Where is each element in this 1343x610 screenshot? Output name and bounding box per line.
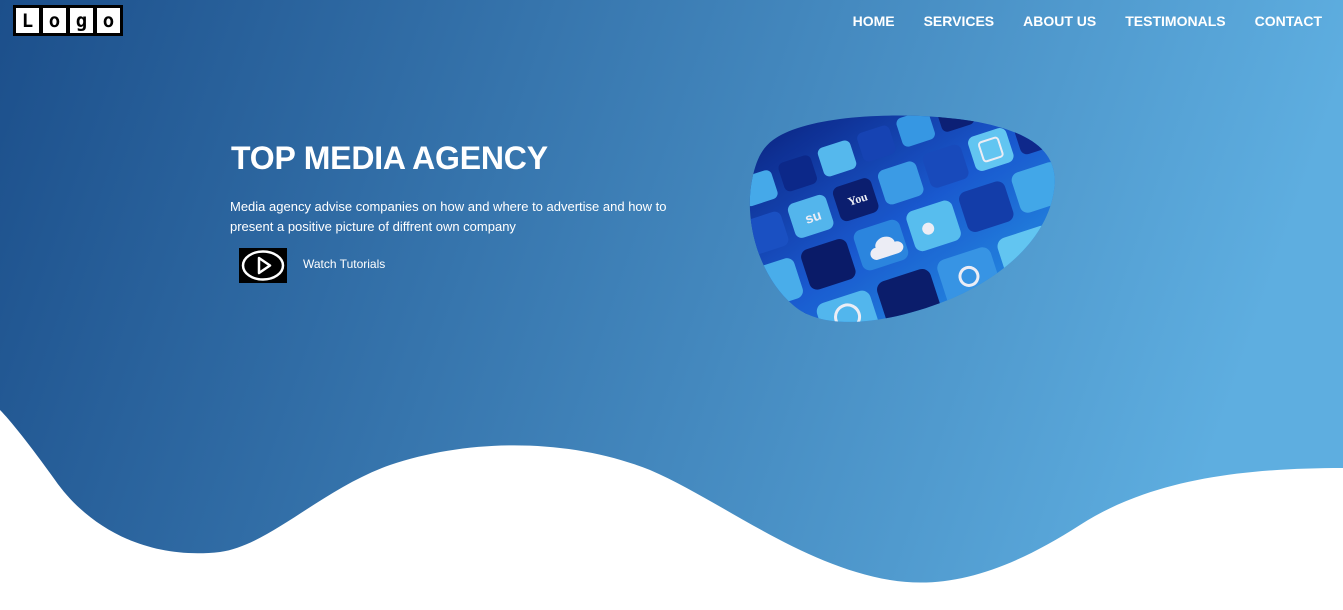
nav-link-contact[interactable]: CONTACT bbox=[1255, 13, 1322, 29]
logo-letter: o bbox=[96, 7, 121, 34]
site-logo[interactable]: L o g o bbox=[13, 5, 123, 36]
watch-tutorials-label[interactable]: Watch Tutorials bbox=[303, 257, 385, 271]
hero-title: TOP MEDIA AGENCY bbox=[231, 140, 548, 176]
hero-wave-shape bbox=[0, 0, 1343, 583]
play-circle-icon bbox=[241, 250, 285, 281]
logo-letter: L bbox=[15, 7, 40, 34]
hero-image: su You bbox=[749, 115, 1055, 322]
hero-description: Media agency advise companies on how and… bbox=[230, 199, 667, 234]
nav-link-testimonals[interactable]: TESTIMONALS bbox=[1125, 13, 1225, 29]
nav-link-services[interactable]: SERVICES bbox=[924, 13, 995, 29]
main-nav: HOME SERVICES ABOUT US TESTIMONALS CONTA… bbox=[824, 13, 1322, 29]
logo-letter: o bbox=[42, 7, 67, 34]
hero-background bbox=[0, 0, 1343, 583]
watch-tutorials-button[interactable] bbox=[239, 248, 287, 283]
logo-letter: g bbox=[69, 7, 94, 34]
nav-link-home[interactable]: HOME bbox=[853, 13, 895, 29]
nav-link-about-us[interactable]: ABOUT US bbox=[1023, 13, 1096, 29]
